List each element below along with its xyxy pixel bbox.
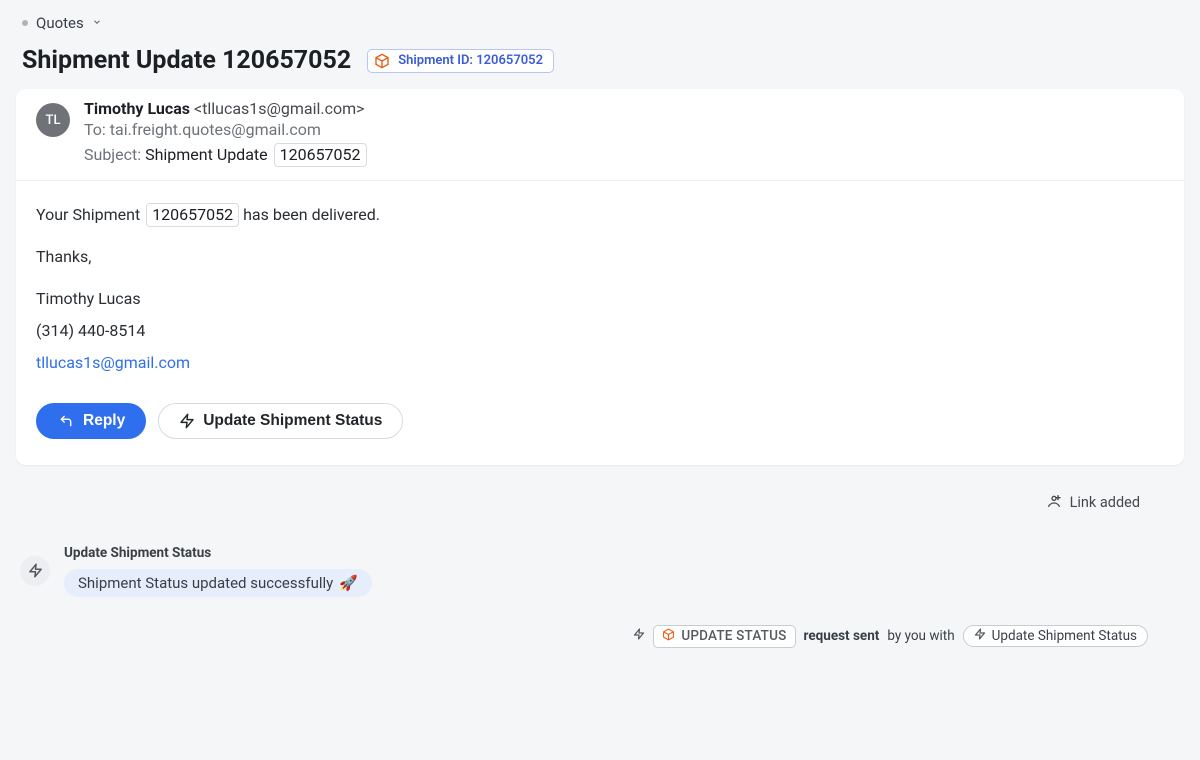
subject-label: Subject: — [84, 145, 141, 164]
request-chip[interactable]: Update Shipment Status — [963, 625, 1148, 647]
status-message: Shipment Status updated successfully — [78, 574, 333, 592]
rocket-icon: 🚀 — [339, 574, 358, 592]
breadcrumb[interactable]: Quotes — [0, 0, 1200, 38]
reply-button[interactable]: Reply — [36, 403, 146, 439]
breadcrumb-dot-icon — [22, 20, 28, 26]
shipment-id-badge[interactable]: Shipment ID: 120657052 — [367, 49, 554, 73]
lightning-chip-icon — [974, 628, 986, 644]
subject-text: Shipment Update — [145, 145, 268, 164]
link-added-row: Link added — [0, 465, 1200, 513]
to-value: tai.freight.quotes@gmail.com — [110, 120, 321, 139]
status-block: Update Shipment Status Shipment Status u… — [0, 513, 1200, 607]
request-line: UPDATE STATUS request sent by you with U… — [0, 607, 1200, 648]
thanks-line: Thanks, — [36, 241, 1164, 273]
package-small-icon — [662, 628, 675, 645]
signature-name: Timothy Lucas — [36, 283, 1164, 315]
update-status-label: Update Shipment Status — [203, 412, 382, 430]
reply-label: Reply — [83, 412, 125, 430]
signature-phone: (314) 440-8514 — [36, 315, 1164, 347]
shipment-id-label: Shipment ID: 120657052 — [398, 53, 543, 68]
to-line: To: tai.freight.quotes@gmail.com — [84, 118, 367, 143]
update-status-button[interactable]: Update Shipment Status — [158, 403, 403, 439]
update-status-tag-label: UPDATE STATUS — [681, 628, 786, 644]
email-card: TL Timothy Lucas <tllucas1s@gmail.com> T… — [16, 89, 1184, 465]
body-prefix: Your Shipment — [36, 205, 140, 224]
status-circle-icon — [20, 556, 50, 586]
lightning-small-icon — [633, 628, 645, 644]
subject-number: 120657052 — [274, 143, 367, 167]
from-email: <tllucas1s@gmail.com> — [194, 99, 365, 118]
link-added-icon — [1046, 493, 1062, 513]
status-title: Update Shipment Status — [64, 545, 372, 561]
lightning-icon — [179, 413, 195, 429]
email-meta: TL Timothy Lucas <tllucas1s@gmail.com> T… — [16, 89, 1184, 181]
to-label: To: — [84, 120, 106, 139]
link-added-label: Link added — [1070, 494, 1140, 511]
breadcrumb-label: Quotes — [36, 14, 84, 32]
from-name: Timothy Lucas — [84, 99, 190, 118]
request-chip-label: Update Shipment Status — [992, 628, 1137, 644]
body-suffix: has been delivered. — [243, 205, 380, 224]
title-row: Shipment Update 120657052 Shipment ID: 1… — [0, 38, 1200, 89]
avatar: TL — [36, 103, 70, 137]
chevron-down-icon — [92, 16, 102, 30]
action-row: Reply Update Shipment Status — [16, 403, 1184, 457]
subject-line: Subject: Shipment Update 120657052 — [84, 143, 367, 168]
from-line: Timothy Lucas <tllucas1s@gmail.com> — [84, 99, 367, 118]
by-you-with-label: by you with — [887, 628, 954, 644]
status-pill: Shipment Status updated successfully 🚀 — [64, 569, 372, 597]
reply-arrow-icon — [57, 414, 75, 428]
package-icon — [374, 53, 390, 69]
page-title: Shipment Update 120657052 — [22, 46, 351, 75]
body-number: 120657052 — [146, 203, 239, 227]
request-sent-label: request sent — [804, 628, 880, 644]
signature-email[interactable]: tllucas1s@gmail.com — [36, 353, 190, 372]
update-status-tag[interactable]: UPDATE STATUS — [653, 625, 795, 648]
email-body: Your Shipment 120657052 has been deliver… — [16, 181, 1184, 403]
